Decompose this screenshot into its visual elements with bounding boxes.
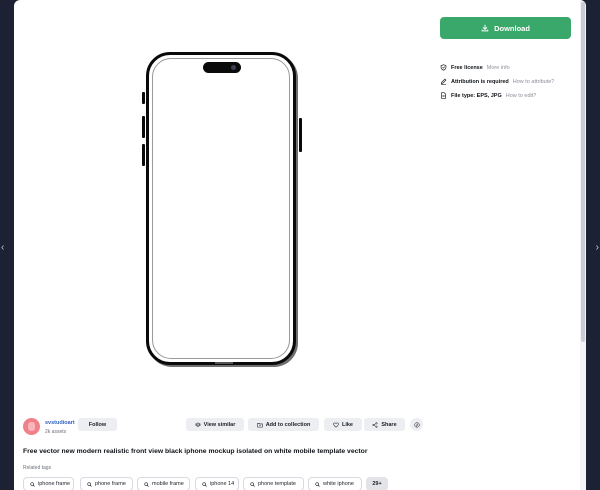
like-button[interactable]: Like — [324, 418, 362, 431]
phone-camera — [231, 65, 236, 70]
related-tag-label: phone template — [258, 481, 296, 487]
follow-button[interactable]: Follow — [78, 418, 117, 431]
previous-arrow-icon[interactable]: ‹ — [1, 243, 4, 253]
phone-side-button — [142, 92, 145, 104]
phone-power-button — [299, 118, 302, 152]
file-icon — [440, 92, 447, 99]
download-icon — [481, 24, 489, 32]
share-icon — [372, 421, 378, 428]
like-label: Like — [341, 421, 353, 428]
attribution-label: Attribution is required — [451, 78, 509, 85]
next-arrow-icon[interactable]: › — [596, 243, 599, 253]
how-to-attribute-link[interactable]: How to attribute? — [513, 79, 555, 85]
pinterest-icon — [413, 421, 420, 428]
related-tag-label: white iphone — [323, 481, 354, 487]
related-tag[interactable]: white iphone — [308, 477, 362, 490]
related-tag-label: iphone frame — [38, 481, 71, 487]
free-license-row: Free license More info — [440, 64, 510, 71]
search-icon — [144, 481, 149, 487]
view-similar-label: View similar — [203, 421, 236, 428]
scrollbar-thumb[interactable] — [581, 2, 585, 342]
search-icon — [315, 481, 320, 487]
resource-modal: Download Free license More info Attribut… — [14, 0, 586, 490]
phone-side-button — [142, 116, 145, 138]
view-similar-button[interactable]: View similar — [186, 418, 244, 431]
preview-image — [142, 52, 302, 367]
heart-icon — [333, 422, 339, 427]
search-icon — [250, 481, 255, 487]
related-tags-heading: Related tags — [23, 465, 52, 471]
free-license-label: Free license — [451, 64, 483, 71]
file-type-row: File type: EPS, JPG How to edit? — [440, 92, 536, 99]
how-to-edit-link[interactable]: How to edit? — [506, 93, 537, 99]
download-label: Download — [494, 23, 530, 33]
related-tag[interactable]: phone template — [243, 477, 304, 490]
search-icon — [30, 481, 35, 487]
phone-bottom-detail — [215, 362, 233, 364]
avatar[interactable] — [23, 418, 40, 435]
search-icon — [87, 481, 92, 487]
search-icon — [202, 481, 207, 487]
resource-title: Free vector new modern realistic front v… — [23, 448, 368, 455]
pinterest-button[interactable] — [410, 418, 423, 431]
scrollbar[interactable] — [580, 0, 586, 490]
download-button[interactable]: Download — [440, 17, 571, 39]
folder-plus-icon — [257, 422, 263, 427]
related-tag-label: mobile frame — [152, 481, 184, 487]
more-tags-button[interactable]: 29+ — [366, 477, 388, 490]
related-tag[interactable]: iphone frame — [23, 477, 74, 490]
attribution-row: Attribution is required How to attribute… — [440, 78, 554, 85]
shield-icon — [440, 64, 447, 71]
author-assets-count: 2k assets — [45, 429, 67, 435]
share-button[interactable]: Share — [364, 418, 405, 431]
add-to-collection-button[interactable]: Add to collection — [248, 418, 319, 431]
related-tag-label: phone frame — [95, 481, 126, 487]
phone-dynamic-island — [203, 62, 241, 73]
layers-icon — [194, 422, 201, 427]
phone-body — [146, 52, 296, 365]
more-info-link[interactable]: More info — [487, 65, 510, 71]
follow-label: Follow — [88, 421, 107, 428]
phone-screen — [152, 58, 290, 359]
related-tag[interactable]: phone frame — [80, 477, 133, 490]
share-label: Share — [381, 421, 397, 428]
add-to-collection-label: Add to collection — [265, 421, 311, 428]
related-tag[interactable]: mobile frame — [137, 477, 190, 490]
file-type-label: File type: EPS, JPG — [451, 92, 502, 99]
related-tag[interactable]: iphone 14 — [195, 477, 239, 490]
pen-icon — [440, 78, 447, 85]
author-name[interactable]: svstudioart — [45, 420, 75, 426]
phone-side-button — [142, 144, 145, 166]
related-tag-label: iphone 14 — [210, 481, 235, 487]
